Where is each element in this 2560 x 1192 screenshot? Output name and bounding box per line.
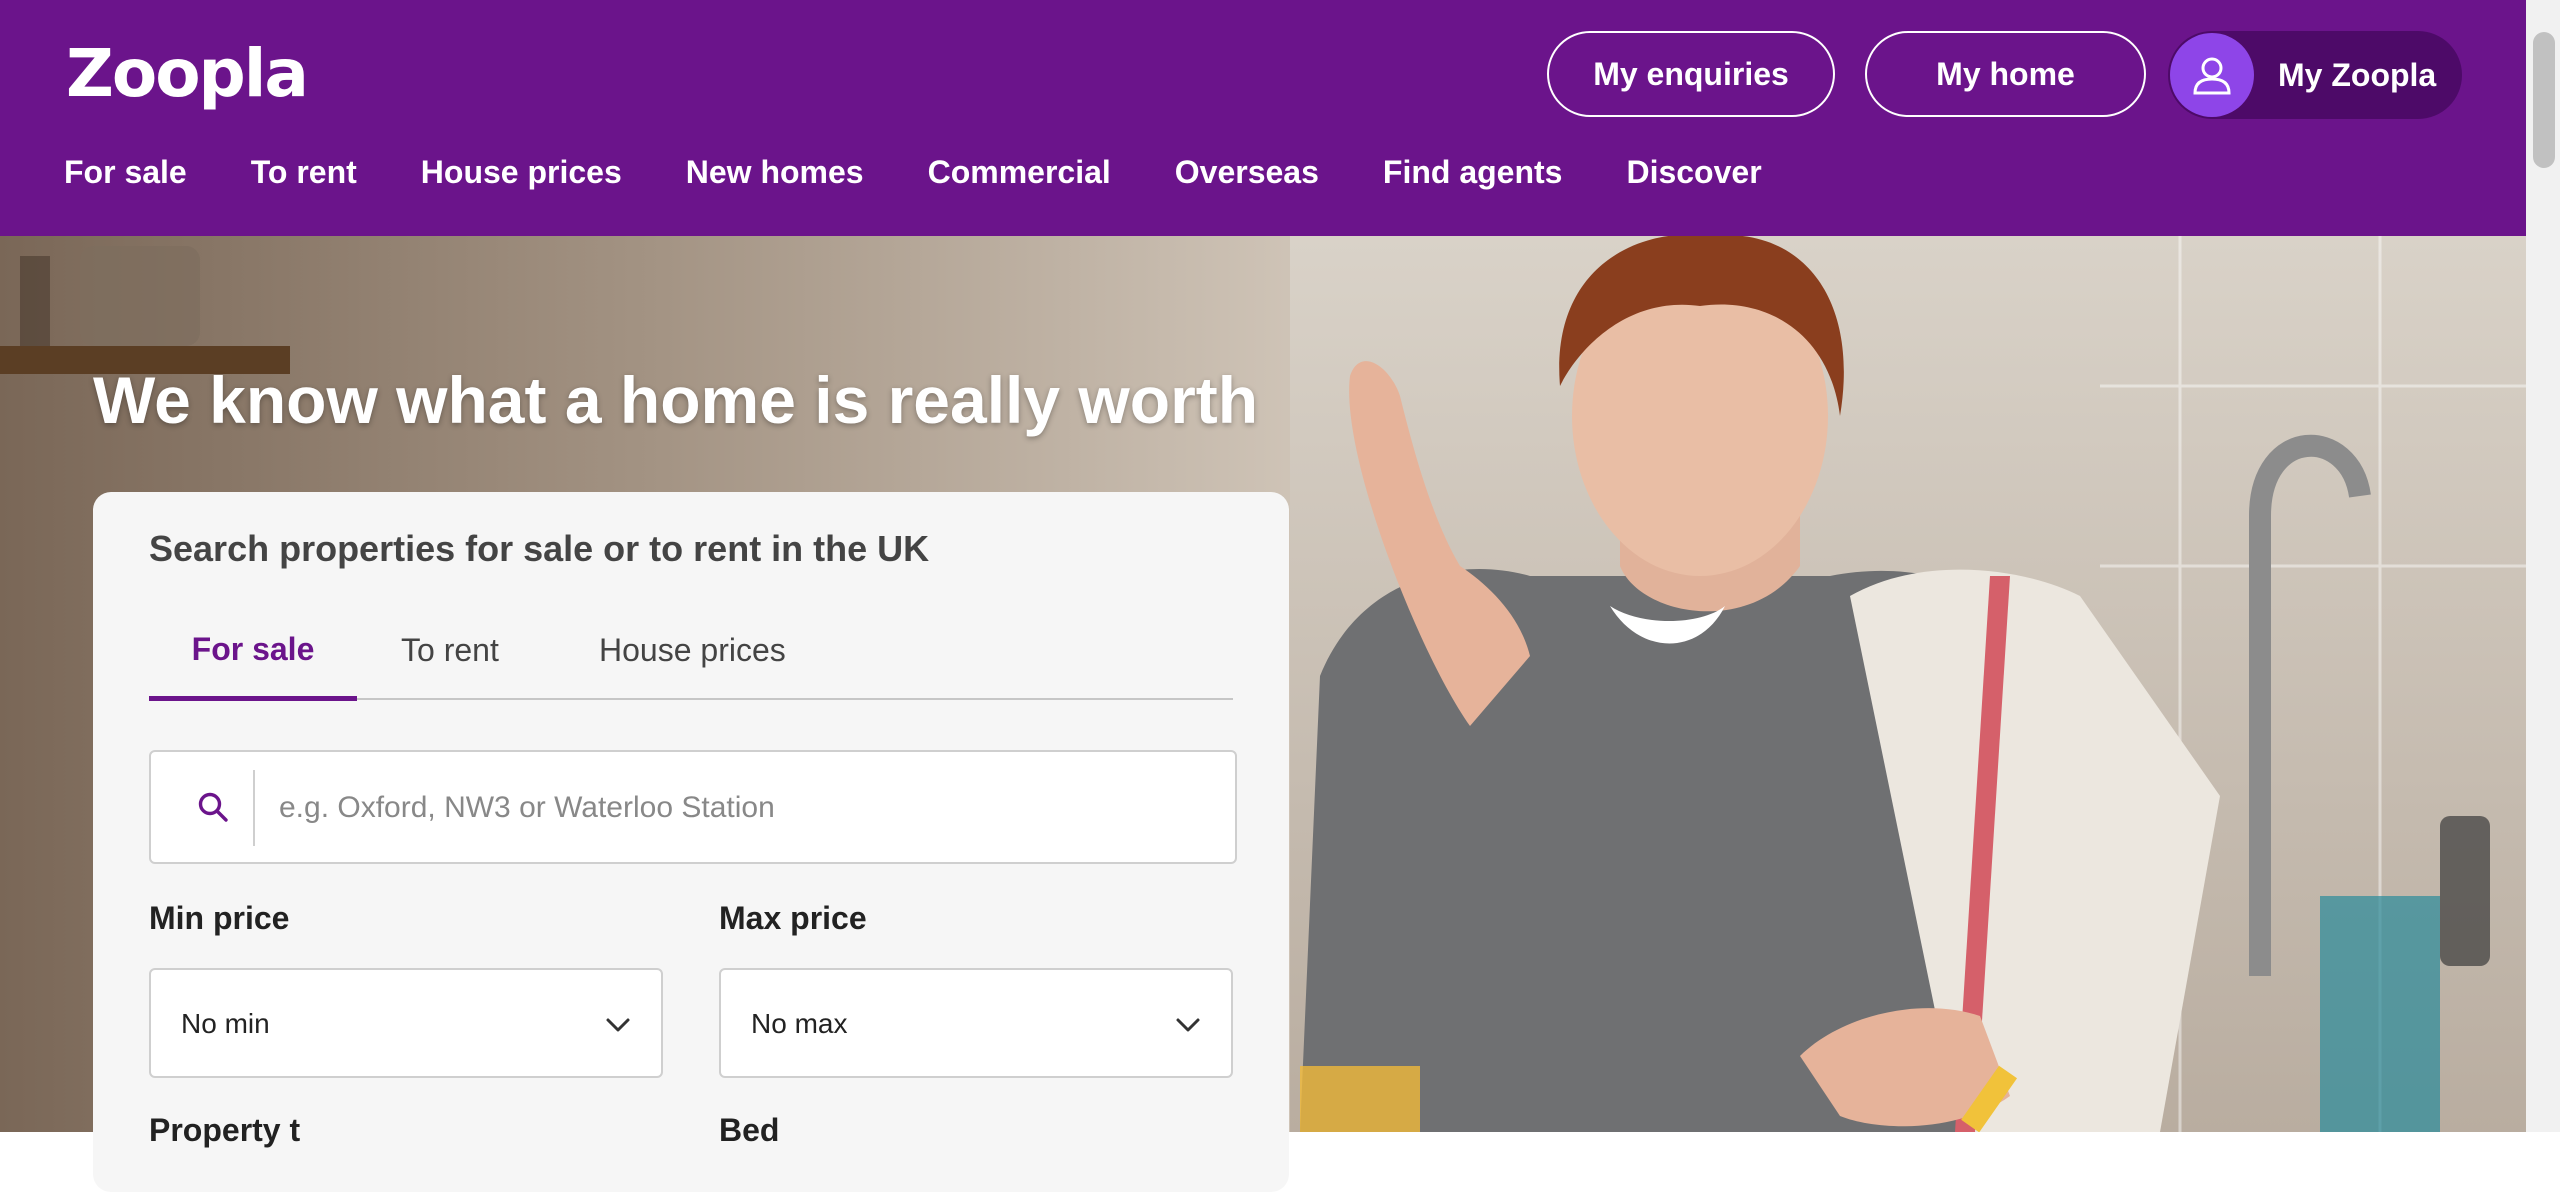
- tab-to-rent[interactable]: To rent: [401, 602, 499, 698]
- nav-find-agents[interactable]: Find agents: [1383, 154, 1563, 191]
- search-tabs: For sale To rent House prices: [149, 602, 1233, 701]
- location-search-box[interactable]: [149, 750, 1237, 864]
- search-card-title: Search properties for sale or to rent in…: [149, 528, 930, 569]
- search-divider: [253, 770, 255, 846]
- tab-for-sale[interactable]: For sale: [149, 602, 357, 701]
- location-search-input[interactable]: [277, 772, 1211, 844]
- property-type-label: Property t: [149, 1112, 301, 1148]
- main-nav: For sale To rent House prices New homes …: [64, 154, 1762, 191]
- nav-to-rent[interactable]: To rent: [251, 154, 357, 191]
- min-price-value: No min: [181, 1008, 270, 1039]
- scrollbar-thumb[interactable]: [2533, 32, 2555, 168]
- bedrooms-label: Bed: [719, 1112, 780, 1148]
- site-header: Zoopla My enquiries My home My Zoopla Fo…: [0, 0, 2526, 236]
- my-enquiries-button[interactable]: My enquiries: [1547, 31, 1835, 117]
- chevron-down-icon: [1173, 1010, 1203, 1040]
- nav-house-prices[interactable]: House prices: [421, 154, 622, 191]
- min-price-select[interactable]: No min: [149, 968, 663, 1078]
- tab-house-prices[interactable]: House prices: [599, 602, 786, 698]
- min-price-label: Min price: [149, 900, 290, 936]
- nav-for-sale[interactable]: For sale: [64, 154, 187, 191]
- search-card: Search properties for sale or to rent in…: [93, 492, 1289, 1192]
- my-home-button[interactable]: My home: [1865, 31, 2146, 117]
- nav-new-homes[interactable]: New homes: [686, 154, 864, 191]
- max-price-select[interactable]: No max: [719, 968, 1233, 1078]
- page-scrollbar[interactable]: [2526, 0, 2560, 1132]
- max-price-label: Max price: [719, 900, 867, 936]
- chevron-down-icon: [603, 1010, 633, 1040]
- hero-headline: We know what a home is really worth: [93, 363, 1259, 437]
- zoopla-logo[interactable]: Zoopla: [66, 36, 309, 112]
- nav-overseas[interactable]: Overseas: [1175, 154, 1319, 191]
- max-price-value: No max: [751, 1008, 848, 1039]
- user-icon: [2170, 33, 2254, 117]
- nav-commercial[interactable]: Commercial: [928, 154, 1111, 191]
- my-zoopla-label: My Zoopla: [2278, 56, 2437, 93]
- nav-discover[interactable]: Discover: [1626, 154, 1761, 191]
- my-zoopla-button[interactable]: My Zoopla: [2168, 31, 2462, 119]
- search-icon: [195, 789, 231, 825]
